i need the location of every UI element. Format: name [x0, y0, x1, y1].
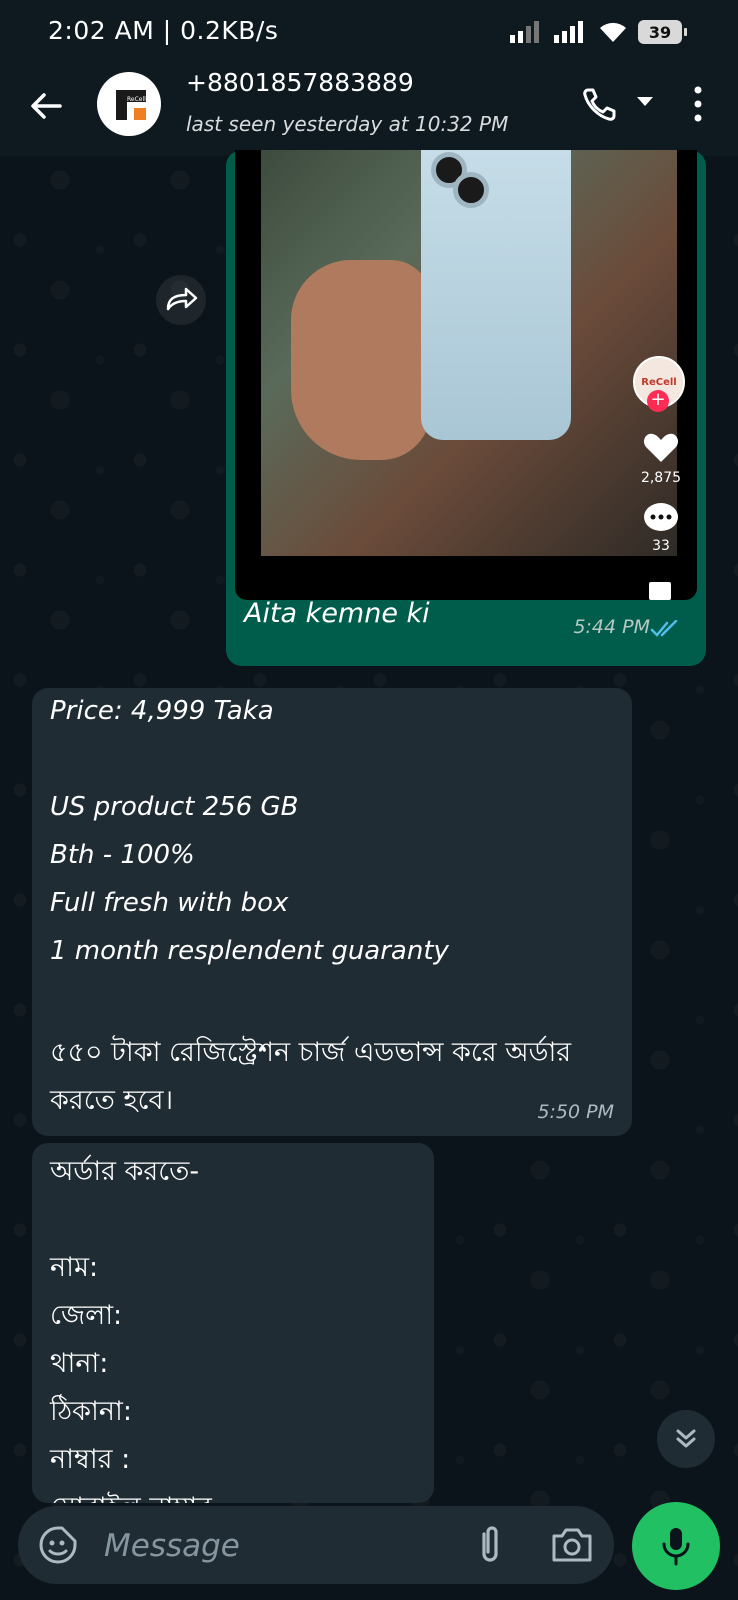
product-photo — [261, 150, 677, 556]
microphone-icon — [662, 1528, 690, 1566]
message-caption: Aita kemne ki — [244, 598, 430, 629]
clock: 2:02 AM — [48, 16, 155, 45]
status-icons: 39 — [510, 18, 687, 46]
status-time: 2:02 AM | 0.2KB/s — [48, 16, 278, 45]
message-line: ৫৫০ টাকা রেজিস্ট্রেশন চার্জ এডভান্স করে … — [50, 1037, 572, 1068]
message-line: Bth - 100% — [50, 840, 195, 870]
bookmark-icon — [649, 582, 671, 600]
message-line: Price: 4,999 Taka — [50, 696, 274, 726]
message-line: করতে হবে। — [50, 1085, 174, 1116]
message-input[interactable] — [102, 1518, 446, 1574]
chat-header: ReCell +8801857883889 last seen yesterda… — [0, 62, 738, 156]
outgoing-message-bubble[interactable]: ReCell + 2,875 33 Aita kemne ki 5:44 PM — [226, 150, 706, 666]
incoming-message-bubble[interactable]: অর্ডার করতে- নাম: জেলা: থানা: ঠিকানা: না… — [32, 1143, 434, 1503]
voice-message-button[interactable] — [632, 1502, 720, 1590]
message-line: অর্ডার করতে- — [50, 1156, 200, 1187]
network-speed: 0.2KB/s — [180, 16, 279, 45]
incoming-message-bubble[interactable]: Price: 4,999 Taka US product 256 GB Bth … — [32, 688, 632, 1136]
likes-count: 2,875 — [640, 470, 682, 486]
message-line: US product 256 GB — [50, 792, 299, 822]
battery-indicator: 39 — [638, 20, 687, 44]
follow-plus-icon: + — [647, 390, 669, 412]
message-line: থানা: — [50, 1348, 109, 1379]
contact-name[interactable]: +8801857883889 — [186, 68, 414, 97]
camera-icon[interactable] — [550, 1524, 594, 1566]
message-line: 1 month resplendent guaranty — [50, 936, 449, 966]
sticker-icon[interactable] — [38, 1525, 78, 1565]
forward-button[interactable] — [156, 275, 206, 325]
status-separator: | — [162, 16, 172, 45]
message-line: ঠিকানা: — [50, 1396, 132, 1427]
read-ticks-icon — [650, 620, 678, 637]
comment-icon — [644, 503, 678, 531]
status-bar: 2:02 AM | 0.2KB/s 39 — [0, 0, 738, 62]
heart-icon — [643, 433, 679, 462]
svg-text:ReCell: ReCell — [127, 96, 146, 103]
message-time: 5:44 PM — [573, 616, 650, 638]
scroll-to-bottom-button[interactable] — [657, 1410, 715, 1468]
back-arrow-icon[interactable] — [26, 86, 66, 126]
message-line: নাম: — [50, 1252, 99, 1283]
hand-image — [291, 260, 431, 460]
voice-call-icon[interactable] — [580, 84, 620, 124]
signal-2-icon — [554, 21, 583, 43]
message-line: Full fresh with box — [50, 888, 289, 918]
media-thumbnail[interactable]: ReCell + 2,875 33 — [235, 150, 697, 600]
message-line: মোবাইল নাম্বার — [50, 1487, 212, 1503]
message-time: 5:50 PM — [537, 1101, 614, 1123]
last-seen-status: last seen yesterday at 10:32 PM — [186, 112, 509, 136]
recell-logo-icon: ReCell — [116, 90, 146, 120]
forward-icon — [166, 287, 198, 311]
signal-1-icon — [510, 21, 539, 43]
comments-count: 33 — [652, 538, 670, 554]
wifi-icon — [600, 22, 626, 42]
message-input-bar — [18, 1506, 614, 1584]
camera-lens — [453, 172, 489, 208]
battery-level: 39 — [648, 22, 672, 42]
message-line: নাম্বার : — [50, 1444, 131, 1475]
double-chevron-down-icon — [676, 1429, 696, 1448]
caret-down-icon[interactable] — [636, 96, 654, 108]
contact-avatar[interactable]: ReCell — [97, 72, 161, 136]
attach-icon[interactable] — [470, 1524, 510, 1566]
more-options-icon[interactable] — [690, 84, 706, 124]
message-line: জেলা: — [50, 1300, 123, 1331]
iphone-image — [421, 150, 571, 440]
